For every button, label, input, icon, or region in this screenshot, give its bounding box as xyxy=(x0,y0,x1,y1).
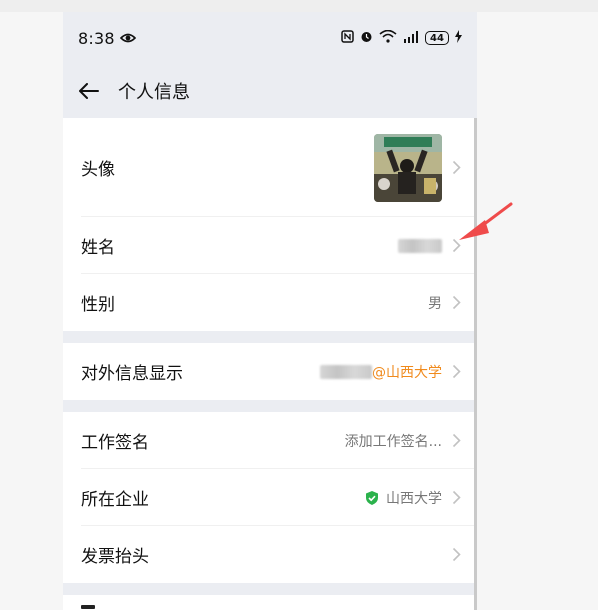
external-info-label: 对外信息显示 xyxy=(81,364,183,384)
basic-info-group: 头像 姓名 性别 男 xyxy=(63,118,477,331)
avatar xyxy=(374,133,442,202)
window-top-strip xyxy=(0,0,598,12)
back-arrow-icon[interactable] xyxy=(77,79,101,103)
eye-icon xyxy=(119,29,136,48)
battery-indicator: 44 xyxy=(425,31,449,45)
signal-icon xyxy=(403,30,419,46)
section-gap xyxy=(63,331,477,343)
external-info-group: 对外信息显示 @山西大学 xyxy=(63,343,477,400)
gender-label: 性别 xyxy=(81,295,115,315)
chevron-right-icon xyxy=(452,547,462,563)
gender-value: 男 xyxy=(428,295,442,312)
name-value-redacted xyxy=(398,238,442,253)
profile-list: 头像 姓名 性别 男 对外信息显示 @山西大学 工作签名 添加工作签名... 所… xyxy=(63,118,477,610)
name-label: 姓名 xyxy=(81,238,115,258)
scrollbar[interactable] xyxy=(474,118,477,610)
company-row[interactable]: 所在企业 山西大学 xyxy=(63,469,477,526)
company-label: 所在企业 xyxy=(81,490,149,510)
nfc-icon xyxy=(341,30,354,46)
external-info-row[interactable]: 对外信息显示 @山西大学 xyxy=(63,343,477,400)
alarm-icon xyxy=(360,30,373,46)
company-value: 山西大学 xyxy=(386,490,442,507)
status-bar: 8:38 44 xyxy=(63,12,477,64)
chevron-right-icon xyxy=(452,490,462,506)
avatar-row[interactable]: 头像 xyxy=(63,118,477,217)
avatar-label: 头像 xyxy=(81,160,115,180)
external-info-value: @山西大学 xyxy=(372,364,442,381)
gender-row[interactable]: 性别 男 xyxy=(63,274,477,331)
section-gap xyxy=(63,400,477,412)
work-info-group: 工作签名 添加工作签名... 所在企业 山西大学 发票抬头 xyxy=(63,412,477,583)
signature-row[interactable]: 工作签名 添加工作签名... xyxy=(63,412,477,469)
signature-value: 添加工作签名... xyxy=(344,433,442,450)
chevron-right-icon xyxy=(452,364,462,380)
charging-icon xyxy=(455,30,462,46)
chevron-right-icon xyxy=(452,295,462,311)
phone-screen: 8:38 44 个人信息 头像 姓名 性别 男 对外信息显示 @山西大学 工作签… xyxy=(63,12,477,610)
wifi-icon xyxy=(379,29,397,46)
annotation-arrow-icon xyxy=(459,202,513,240)
external-name-redacted xyxy=(320,364,372,379)
partially-visible-row[interactable] xyxy=(63,595,477,610)
name-row[interactable]: 姓名 xyxy=(63,217,477,274)
chevron-right-icon xyxy=(452,433,462,449)
chevron-right-icon xyxy=(452,160,462,176)
verified-shield-icon xyxy=(364,490,380,506)
signature-label: 工作签名 xyxy=(81,433,149,453)
section-gap xyxy=(63,583,477,595)
cut-off-text xyxy=(81,605,95,609)
invoice-title-row[interactable]: 发票抬头 xyxy=(63,526,477,583)
page-title: 个人信息 xyxy=(118,82,190,103)
nav-bar: 个人信息 xyxy=(63,64,477,118)
invoice-title-label: 发票抬头 xyxy=(81,547,149,567)
status-time: 8:38 xyxy=(78,28,115,48)
